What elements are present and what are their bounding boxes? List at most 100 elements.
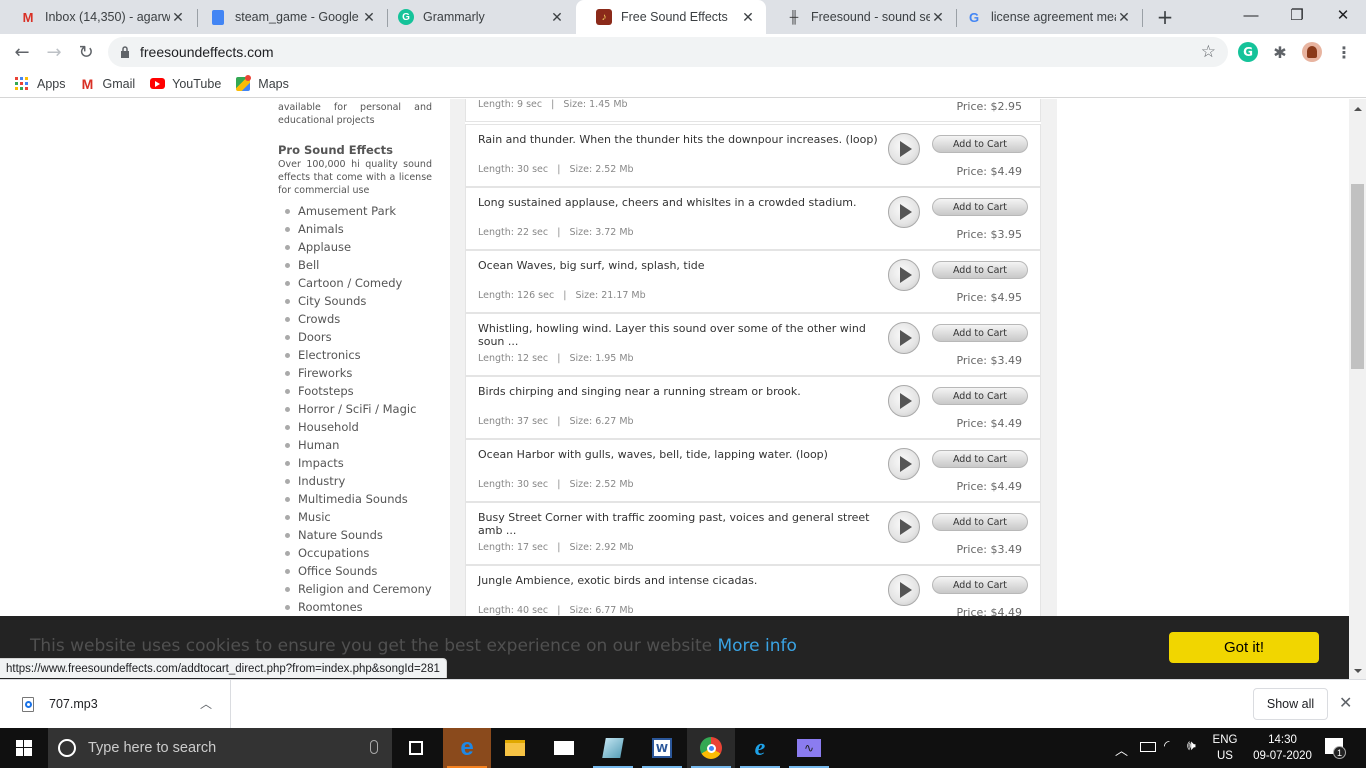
bookmark-youtube[interactable]: YouTube [149, 76, 221, 92]
category-item[interactable]: Amusement Park [278, 202, 432, 220]
close-window-button[interactable]: ✕ [1320, 0, 1366, 30]
windows-start-button[interactable] [0, 728, 48, 768]
category-item[interactable]: Cartoon / Comedy [278, 274, 432, 292]
bookmark-star-icon[interactable]: ☆ [1201, 42, 1216, 62]
got-it-button[interactable]: Got it! [1169, 632, 1319, 663]
action-center-icon[interactable]: 1 [1325, 738, 1346, 759]
volume-icon[interactable]: 🕪 [1187, 738, 1196, 754]
close-tab-icon[interactable]: ✕ [170, 9, 186, 26]
battery-icon[interactable] [1140, 742, 1156, 752]
add-to-cart-button[interactable]: Add to Cart [932, 387, 1028, 405]
category-item[interactable]: Religion and Ceremony [278, 580, 432, 598]
page-scrollbar[interactable] [1349, 99, 1366, 679]
forward-button[interactable]: → [40, 38, 68, 66]
category-item[interactable]: Human [278, 436, 432, 454]
wifi-icon[interactable]: ◜ [1164, 738, 1169, 754]
category-item[interactable]: Industry [278, 472, 432, 490]
address-bar[interactable]: freesoundeffects.com ☆ [108, 37, 1228, 67]
category-item[interactable]: Multimedia Sounds [278, 490, 432, 508]
taskbar-word[interactable]: W [638, 728, 686, 768]
category-item[interactable]: Fireworks [278, 364, 432, 382]
microphone-icon[interactable] [370, 740, 378, 754]
play-button[interactable] [888, 322, 920, 354]
taskbar-file-explorer[interactable] [491, 728, 539, 768]
scroll-down-arrow-icon[interactable] [1354, 669, 1362, 673]
category-item[interactable]: Footsteps [278, 382, 432, 400]
category-item[interactable]: Crowds [278, 310, 432, 328]
close-tab-icon[interactable]: ✕ [549, 9, 565, 26]
play-button[interactable] [888, 259, 920, 291]
play-button[interactable] [888, 385, 920, 417]
bookmark-apps[interactable]: Apps [14, 76, 66, 92]
close-tab-icon[interactable]: ✕ [930, 9, 946, 26]
grammarly-extension-icon[interactable]: G [1238, 42, 1258, 62]
category-item[interactable]: Office Sounds [278, 562, 432, 580]
show-hidden-icons-chevron[interactable]: ︿ [1115, 740, 1128, 759]
play-button[interactable] [888, 133, 920, 165]
close-tab-icon[interactable]: ✕ [361, 9, 377, 26]
url-text[interactable]: freesoundeffects.com [140, 44, 274, 60]
taskbar-internet-explorer[interactable]: e [736, 728, 784, 768]
add-to-cart-button[interactable]: Add to Cart [932, 261, 1028, 279]
category-item[interactable]: Roomtones [278, 598, 432, 616]
task-view-button[interactable] [392, 728, 440, 768]
category-item[interactable]: Music [278, 508, 432, 526]
close-tab-icon[interactable]: ✕ [740, 9, 756, 26]
add-to-cart-button[interactable]: Add to Cart [932, 450, 1028, 468]
restore-button[interactable]: ❐ [1274, 0, 1320, 30]
more-info-link[interactable]: More info [717, 636, 796, 656]
play-button[interactable] [888, 574, 920, 606]
taskbar-mail[interactable] [540, 728, 588, 768]
taskbar-edge[interactable]: e [443, 728, 491, 768]
back-button[interactable]: ← [8, 38, 36, 66]
minimize-button[interactable]: — [1228, 0, 1274, 30]
add-to-cart-button[interactable]: Add to Cart [932, 324, 1028, 342]
add-to-cart-button[interactable]: Add to Cart [932, 576, 1028, 594]
bookmarks-bar: Apps M Gmail YouTube Maps [0, 70, 1366, 98]
bookmark-maps[interactable]: Maps [235, 74, 289, 92]
language-indicator[interactable]: ENG US [1210, 732, 1240, 764]
category-item[interactable]: Doors [278, 328, 432, 346]
taskbar-search-box[interactable]: Type here to search [48, 728, 392, 768]
add-to-cart-button[interactable]: Add to Cart [932, 513, 1028, 531]
add-to-cart-button[interactable]: Add to Cart [932, 135, 1028, 153]
menu-kebab-icon[interactable]: ⋮ [1334, 42, 1354, 62]
tab-google-docs[interactable]: steam_game - Google D ✕ [190, 0, 387, 34]
category-item[interactable]: Impacts [278, 454, 432, 472]
taskbar-chrome[interactable] [687, 728, 735, 768]
close-tab-icon[interactable]: ✕ [1116, 9, 1132, 26]
category-item[interactable]: Household [278, 418, 432, 436]
download-item[interactable]: 707.mp3 ︿ [0, 680, 231, 728]
taskbar-notepad[interactable] [589, 728, 637, 768]
tab-gmail[interactable]: M Inbox (14,350) - agarwa ✕ [0, 0, 196, 34]
add-to-cart-button[interactable]: Add to Cart [932, 198, 1028, 216]
extensions-puzzle-icon[interactable]: ✱ [1270, 42, 1290, 62]
tab-free-sound-effects[interactable]: ♪ Free Sound Effects ✕ [576, 0, 766, 34]
bookmark-gmail[interactable]: M Gmail [80, 76, 136, 92]
category-item[interactable]: Applause [278, 238, 432, 256]
category-item[interactable]: Animals [278, 220, 432, 238]
play-button[interactable] [888, 511, 920, 543]
taskbar-clock[interactable]: 14:30 09-07-2020 [1245, 732, 1320, 764]
profile-avatar[interactable] [1302, 42, 1322, 62]
category-item[interactable]: Bell [278, 256, 432, 274]
category-item[interactable]: Occupations [278, 544, 432, 562]
play-button[interactable] [888, 196, 920, 228]
tab-grammarly[interactable]: G Grammarly ✕ [378, 0, 575, 34]
show-all-downloads-button[interactable]: Show all [1253, 688, 1328, 720]
tab-freesound[interactable]: ╫ Freesound - sound sear ✕ [766, 0, 956, 34]
tab-google-search[interactable]: G license agreement mear ✕ [946, 0, 1142, 34]
category-item[interactable]: City Sounds [278, 292, 432, 310]
play-button[interactable] [888, 448, 920, 480]
pro-sound-effects-heading[interactable]: Pro Sound Effects [278, 143, 432, 157]
chevron-up-icon[interactable]: ︿ [200, 695, 212, 712]
reload-button[interactable]: ↻ [72, 38, 100, 66]
scroll-up-arrow-icon[interactable] [1354, 107, 1362, 111]
category-item[interactable]: Horror / SciFi / Magic [278, 400, 432, 418]
close-download-shelf-icon[interactable]: ✕ [1339, 693, 1352, 712]
category-item[interactable]: Nature Sounds [278, 526, 432, 544]
scrollbar-thumb[interactable] [1351, 184, 1364, 369]
taskbar-audio-app[interactable]: ∿ [785, 728, 833, 768]
category-item[interactable]: Electronics [278, 346, 432, 364]
new-tab-button[interactable]: + [1152, 4, 1178, 30]
